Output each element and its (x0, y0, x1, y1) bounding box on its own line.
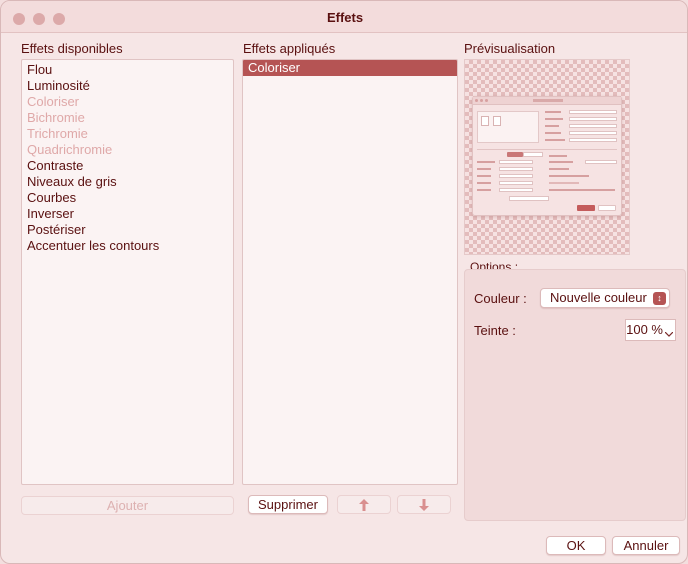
list-item[interactable]: Niveaux de gris (22, 174, 233, 190)
available-effects-label: Effets disponibles (21, 41, 123, 56)
move-down-button[interactable] (397, 495, 451, 514)
chevron-down-icon (665, 332, 673, 337)
effects-dialog: Effets Effets disponibles Flou Luminosité… (0, 0, 688, 564)
list-item[interactable]: Flou (22, 62, 233, 78)
color-popup[interactable]: Nouvelle couleur ↕ (540, 288, 670, 308)
move-up-button[interactable] (337, 495, 391, 514)
arrow-down-icon (419, 499, 429, 511)
cancel-button[interactable]: Annuler (612, 536, 680, 555)
window-title: Effets (326, 10, 364, 25)
list-item[interactable]: Quadrichromie (22, 142, 233, 158)
preview-thumbnail (472, 96, 622, 216)
ok-button[interactable]: OK (546, 536, 606, 555)
available-effects-list[interactable]: Flou Luminosité Coloriser Bichromie Trichrom… (21, 59, 234, 485)
tint-label: Teinte : (474, 323, 516, 338)
list-item[interactable]: Coloriser (22, 94, 233, 110)
remove-effect-button[interactable]: Supprimer (248, 495, 328, 514)
list-item[interactable]: Trichromie (22, 126, 233, 142)
color-popup-value: Nouvelle couleur (550, 290, 647, 305)
list-item[interactable]: Inverser (22, 206, 233, 222)
list-item[interactable]: Courbes (22, 190, 233, 206)
arrow-up-icon (359, 499, 369, 511)
list-item[interactable]: Coloriser (243, 60, 457, 76)
preview-label: Prévisualisation (464, 41, 556, 56)
list-item[interactable]: Bichromie (22, 110, 233, 126)
applied-effects-list[interactable]: Coloriser (242, 59, 458, 485)
chevron-updown-icon: ↕ (653, 292, 666, 305)
preview-image (464, 59, 630, 255)
applied-effects-label: Effets appliqués (243, 41, 336, 56)
list-item[interactable]: Luminosité (22, 78, 233, 94)
list-item[interactable]: Postériser (22, 222, 233, 238)
color-label: Couleur : (474, 291, 527, 306)
tint-value: 100 % (626, 322, 663, 337)
add-effect-button[interactable]: Ajouter (21, 496, 234, 515)
tint-field[interactable]: 100 % (625, 319, 676, 341)
title-bar: Effets (1, 1, 687, 33)
list-item[interactable]: Accentuer les contours (22, 238, 233, 254)
list-item[interactable]: Contraste (22, 158, 233, 174)
